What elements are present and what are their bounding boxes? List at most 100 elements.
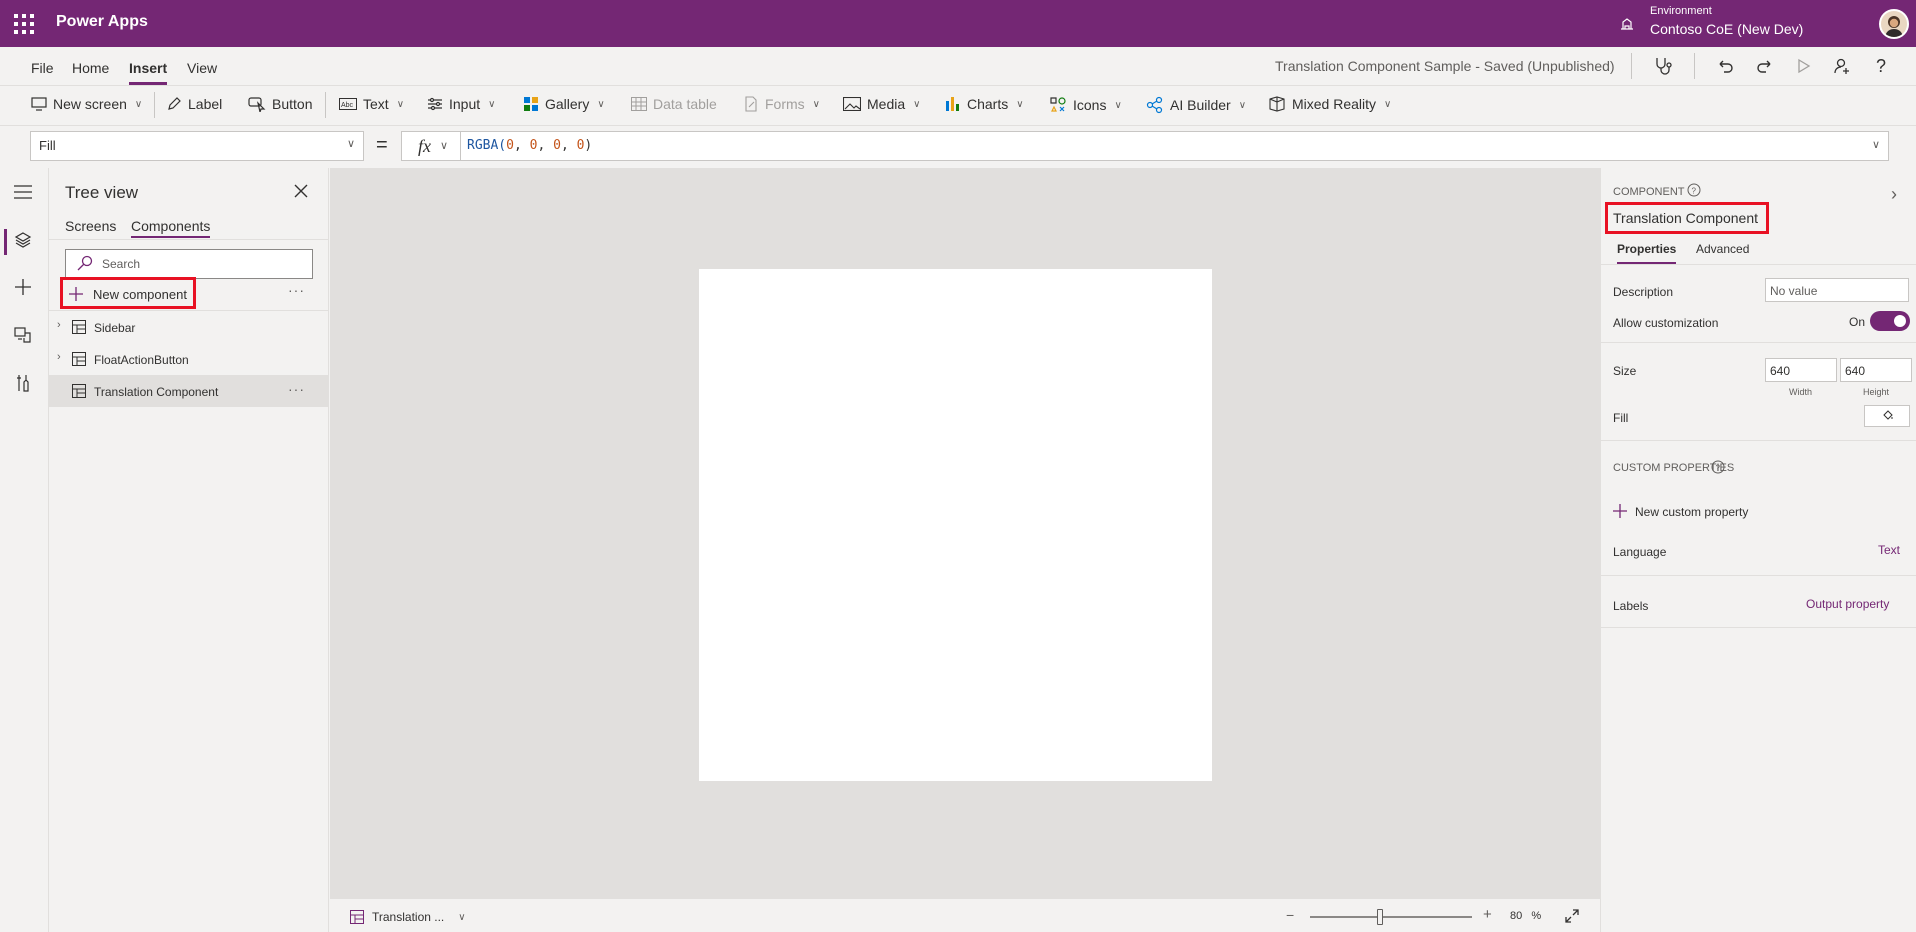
gallery-menu-button[interactable]: Gallery ∨: [523, 96, 605, 112]
toggle-state-label: On: [1849, 315, 1866, 329]
labels-property-type[interactable]: Output property: [1806, 597, 1889, 611]
tree-item-sidebar[interactable]: › Sidebar: [49, 311, 329, 343]
environment-label[interactable]: Environment: [1650, 5, 1712, 17]
fit-to-window-icon[interactable]: [1565, 909, 1579, 923]
tab-properties[interactable]: Properties: [1617, 242, 1677, 264]
fx-button[interactable]: fx ∨: [401, 131, 461, 161]
app-name[interactable]: Power Apps: [56, 13, 148, 31]
data-table-button[interactable]: Data table: [631, 96, 717, 112]
search-input[interactable]: Search: [65, 249, 313, 279]
redo-icon[interactable]: [1756, 57, 1774, 75]
tree-view-layers-icon[interactable]: [14, 231, 32, 249]
zoom-in-icon[interactable]: +: [1483, 906, 1492, 923]
language-property-type[interactable]: Text: [1878, 543, 1900, 557]
menu-file[interactable]: File: [31, 60, 54, 76]
undo-icon[interactable]: [1716, 57, 1734, 75]
new-custom-property-button[interactable]: New custom property: [1635, 505, 1748, 519]
ai-builder-icon: [1146, 96, 1163, 114]
height-caption: Height: [1863, 387, 1890, 397]
chevron-down-icon: ∨: [458, 911, 466, 923]
formula-input[interactable]: RGBA(0, 0, 0, 0) ∨: [461, 131, 1889, 161]
data-sources-icon[interactable]: [14, 326, 32, 344]
more-options-icon[interactable]: ···: [288, 381, 305, 397]
mixed-reality-label: Mixed Reality: [1292, 96, 1377, 112]
width-caption: Width: [1789, 387, 1813, 397]
property-dropdown[interactable]: Fill ∨: [30, 131, 364, 161]
status-bar: Translation ... ∨ − + 80 %: [330, 898, 1600, 932]
avatar[interactable]: [1879, 9, 1909, 39]
label-button[interactable]: Label: [166, 96, 222, 112]
input-menu-button[interactable]: Input ∨: [427, 96, 495, 112]
allow-customization-toggle[interactable]: [1870, 311, 1910, 331]
equals-sign: =: [376, 134, 388, 156]
tree-item-label: Sidebar: [94, 321, 136, 335]
tab-screens[interactable]: Screens: [65, 218, 116, 234]
expand-formula-icon[interactable]: ∨: [1872, 138, 1880, 151]
more-options-icon[interactable]: ···: [288, 282, 305, 298]
ribbon-toolbar: New screen ∨ Label Button Abc Text ∨ Input…: [0, 85, 1916, 125]
button-button[interactable]: Button: [248, 96, 312, 112]
close-icon[interactable]: [294, 184, 308, 198]
zoom-slider-thumb[interactable]: [1377, 909, 1383, 925]
environment-icon[interactable]: [1618, 14, 1636, 32]
size-label: Size: [1613, 364, 1637, 378]
environment-name[interactable]: Contoso CoE (New Dev): [1650, 21, 1803, 37]
ai-builder-menu-button[interactable]: AI Builder ∨: [1146, 96, 1246, 114]
tree-item-translation-component[interactable]: Translation Component ···: [49, 375, 329, 407]
left-rail: [0, 168, 49, 932]
advanced-tools-icon[interactable]: [14, 374, 32, 392]
screen-selector[interactable]: Translation ... ∨: [350, 910, 466, 924]
insert-plus-icon[interactable]: [14, 278, 32, 296]
help-circle-icon[interactable]: ?: [1687, 183, 1701, 197]
labels-property-label[interactable]: Labels: [1613, 599, 1648, 613]
collapse-pane-chevron-icon[interactable]: ›: [1891, 184, 1897, 205]
height-input[interactable]: 640: [1840, 358, 1912, 382]
component-name-field[interactable]: Translation Component: [1605, 202, 1769, 234]
divider: [1601, 575, 1916, 576]
component-artboard[interactable]: [699, 269, 1212, 781]
fill-label: Fill: [1613, 411, 1629, 425]
mixed-reality-menu-button[interactable]: Mixed Reality ∨: [1268, 96, 1391, 112]
share-user-icon[interactable]: [1833, 57, 1851, 75]
text-menu-button[interactable]: Abc Text ∨: [339, 96, 404, 112]
add-plus-icon[interactable]: [1613, 504, 1627, 518]
charts-menu-button[interactable]: Charts ∨: [945, 96, 1024, 112]
divider: [1631, 53, 1632, 79]
component-icon: [72, 384, 86, 398]
description-input[interactable]: No value: [1765, 278, 1909, 302]
screen-selector-label: Translation ...: [372, 910, 445, 924]
menu-view[interactable]: View: [187, 60, 217, 76]
help-icon[interactable]: ?: [1876, 56, 1886, 77]
hamburger-menu-icon[interactable]: [14, 185, 32, 199]
help-circle-icon[interactable]: ?: [1711, 460, 1725, 474]
forms-menu-button[interactable]: Forms ∨: [743, 96, 820, 112]
chevron-down-icon: ∨: [1384, 98, 1392, 110]
tree-item-floatactionbutton[interactable]: › FloatActionButton: [49, 343, 329, 375]
language-property-label[interactable]: Language: [1613, 545, 1666, 559]
new-screen-button[interactable]: New screen ∨: [31, 96, 142, 112]
zoom-out-icon[interactable]: −: [1286, 907, 1294, 923]
menu-insert[interactable]: Insert: [129, 60, 168, 85]
chevron-right-icon[interactable]: ›: [57, 319, 61, 331]
menu-home[interactable]: Home: [72, 60, 109, 76]
zoom-slider[interactable]: [1310, 916, 1472, 918]
app-launcher-icon[interactable]: [14, 14, 34, 34]
gallery-label: Gallery: [545, 96, 590, 112]
input-sliders-icon: [428, 97, 442, 111]
width-input[interactable]: 640: [1765, 358, 1837, 382]
tree-item-label: Translation Component: [94, 385, 219, 399]
divider: [1601, 440, 1916, 441]
app-checker-icon[interactable]: [1652, 56, 1672, 76]
icons-menu-button[interactable]: Icons ∨: [1049, 96, 1122, 114]
tab-advanced[interactable]: Advanced: [1696, 242, 1749, 256]
media-menu-button[interactable]: Media ∨: [843, 96, 920, 112]
document-title: Translation Component Sample - Saved (Un…: [1275, 58, 1615, 74]
preview-play-icon[interactable]: [1796, 58, 1812, 74]
media-label: Media: [867, 96, 906, 112]
ai-builder-label: AI Builder: [1170, 97, 1231, 113]
tab-components[interactable]: Components: [131, 218, 211, 238]
divider: [49, 239, 329, 240]
label-label: Label: [188, 96, 223, 112]
fill-color-picker[interactable]: [1864, 405, 1910, 427]
chevron-right-icon[interactable]: ›: [57, 351, 61, 363]
